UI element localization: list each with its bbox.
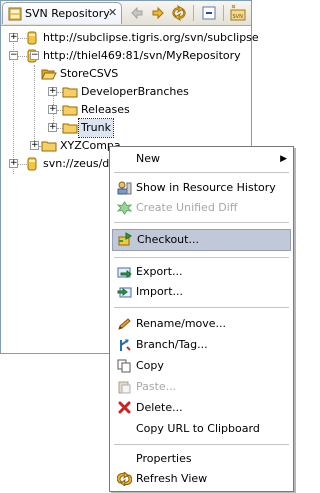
tree-item[interactable]: + http://subclipse.tigris.org/svn/subcli… [1,29,259,47]
folder-icon [41,141,57,152]
folder-icon [62,87,78,98]
folder-icon [62,105,78,116]
add-repository-icon[interactable]: SVN [229,4,247,22]
toolbar-separator [223,5,224,21]
resource-history-icon [117,181,132,195]
tree-item-label: http://subclipse.tigris.org/svn/subclips… [43,31,259,44]
delete-icon [118,401,131,414]
tree-item-label: StoreCSVS [60,67,119,80]
paste-icon [118,381,131,394]
back-icon [131,6,143,20]
collapse-toggle[interactable]: − [9,51,18,60]
expand-toggle[interactable]: + [9,159,18,168]
menu-item-create-unified-diff[interactable]: Create Unified Diff [112,198,291,218]
svg-text:SVN: SVN [233,14,244,20]
menu-item-show-in-resource-history[interactable]: Show in Resource History [112,178,291,198]
menu-item-delete[interactable]: Delete... [112,398,291,418]
tree-item-label-row: StoreCSVS [1,65,251,83]
expand-toggle[interactable]: + [9,33,18,42]
expand-toggle[interactable]: + [48,105,57,114]
menu-item-export[interactable]: Export... [112,262,291,282]
menu-item-label: Refresh View [136,472,208,485]
tree-item-label: DeveloperBranches [81,85,189,98]
menu-item-copy-url[interactable]: Copy URL to Clipboard [112,419,291,439]
menu-item-label: Copy [136,359,164,372]
repository-icon [27,31,37,45]
menu-item-label: Import... [136,285,183,298]
tree-item[interactable]: + DeveloperBranches [1,83,251,101]
expand-toggle[interactable]: + [48,87,57,96]
forward-icon[interactable] [149,4,167,22]
tree-item-selected[interactable]: + Trunk [1,118,251,138]
menu-separator [114,172,289,173]
menu-item-label: Rename/move... [136,317,227,330]
menu-item-label: Branch/Tag... [136,338,208,351]
tab-title: SVN Repository [25,7,110,20]
toolbar-separator [193,5,194,21]
menu-item-copy[interactable]: Copy [112,356,291,376]
menu-item-rename-move[interactable]: Rename/move... [112,314,291,334]
expand-toggle[interactable]: + [48,123,57,132]
refresh-icon [117,472,132,486]
menu-item-label: Copy URL to Clipboard [136,422,260,435]
menu-item-label: Show in Resource History [136,181,276,194]
folder-icon [62,123,78,134]
link-with-editor-icon[interactable] [170,4,188,22]
create-diff-icon [117,201,132,215]
menu-item-label: Properties [136,452,192,465]
menu-item-label: Checkout... [137,233,199,246]
close-icon[interactable]: ✕ [108,6,117,19]
menu-item-label: Export... [136,265,183,278]
menu-item-branch-tag[interactable]: Branch/Tag... [112,335,291,355]
tree-item-label: http://thiel469:81/svn/MyRepository [43,49,241,62]
menu-separator [114,307,289,308]
menu-item-label: New [136,152,160,165]
submenu-arrow-icon: ▶ [280,154,287,164]
svn-repository-icon [8,7,22,21]
menu-item-new[interactable]: New ▶ [112,149,291,169]
menu-item-refresh-view[interactable]: Refresh View [112,469,291,489]
collapse-all-icon[interactable] [200,4,218,22]
tree-item-label: Releases [81,103,130,116]
tab-svn-repository[interactable]: SVN Repository ✕ [2,2,122,24]
repository-icon [27,157,37,171]
menu-item-paste[interactable]: Paste... [112,377,291,397]
copy-icon [117,359,131,373]
menu-item-checkout[interactable]: Checkout... [112,229,291,251]
export-icon [117,267,132,278]
checkout-icon [118,232,132,246]
menu-separator [114,444,289,445]
menu-item-label: Paste... [136,380,177,393]
menu-separator [114,257,289,258]
menu-item-label: Create Unified Diff [136,201,238,214]
branch-tag-icon [120,339,131,351]
menu-item-label: Delete... [136,401,183,414]
menu-item-properties[interactable]: Properties [112,449,291,469]
menu-item-import[interactable]: Import... [112,282,291,302]
rename-pencil-icon [118,318,131,330]
tree-item-label: svn://zeus/de [43,157,117,170]
import-icon [117,287,132,298]
menu-separator [114,222,289,223]
collapse-toggle[interactable]: − [30,51,39,60]
context-menu: New ▶ Show in Resource History Create Un… [109,146,294,492]
view-tab-bar: SVN Repository ✕ SVN [1,1,251,26]
tree-item[interactable]: + Releases [1,101,251,119]
tree-item-label: Trunk [78,118,114,138]
expand-toggle[interactable]: + [30,141,39,150]
